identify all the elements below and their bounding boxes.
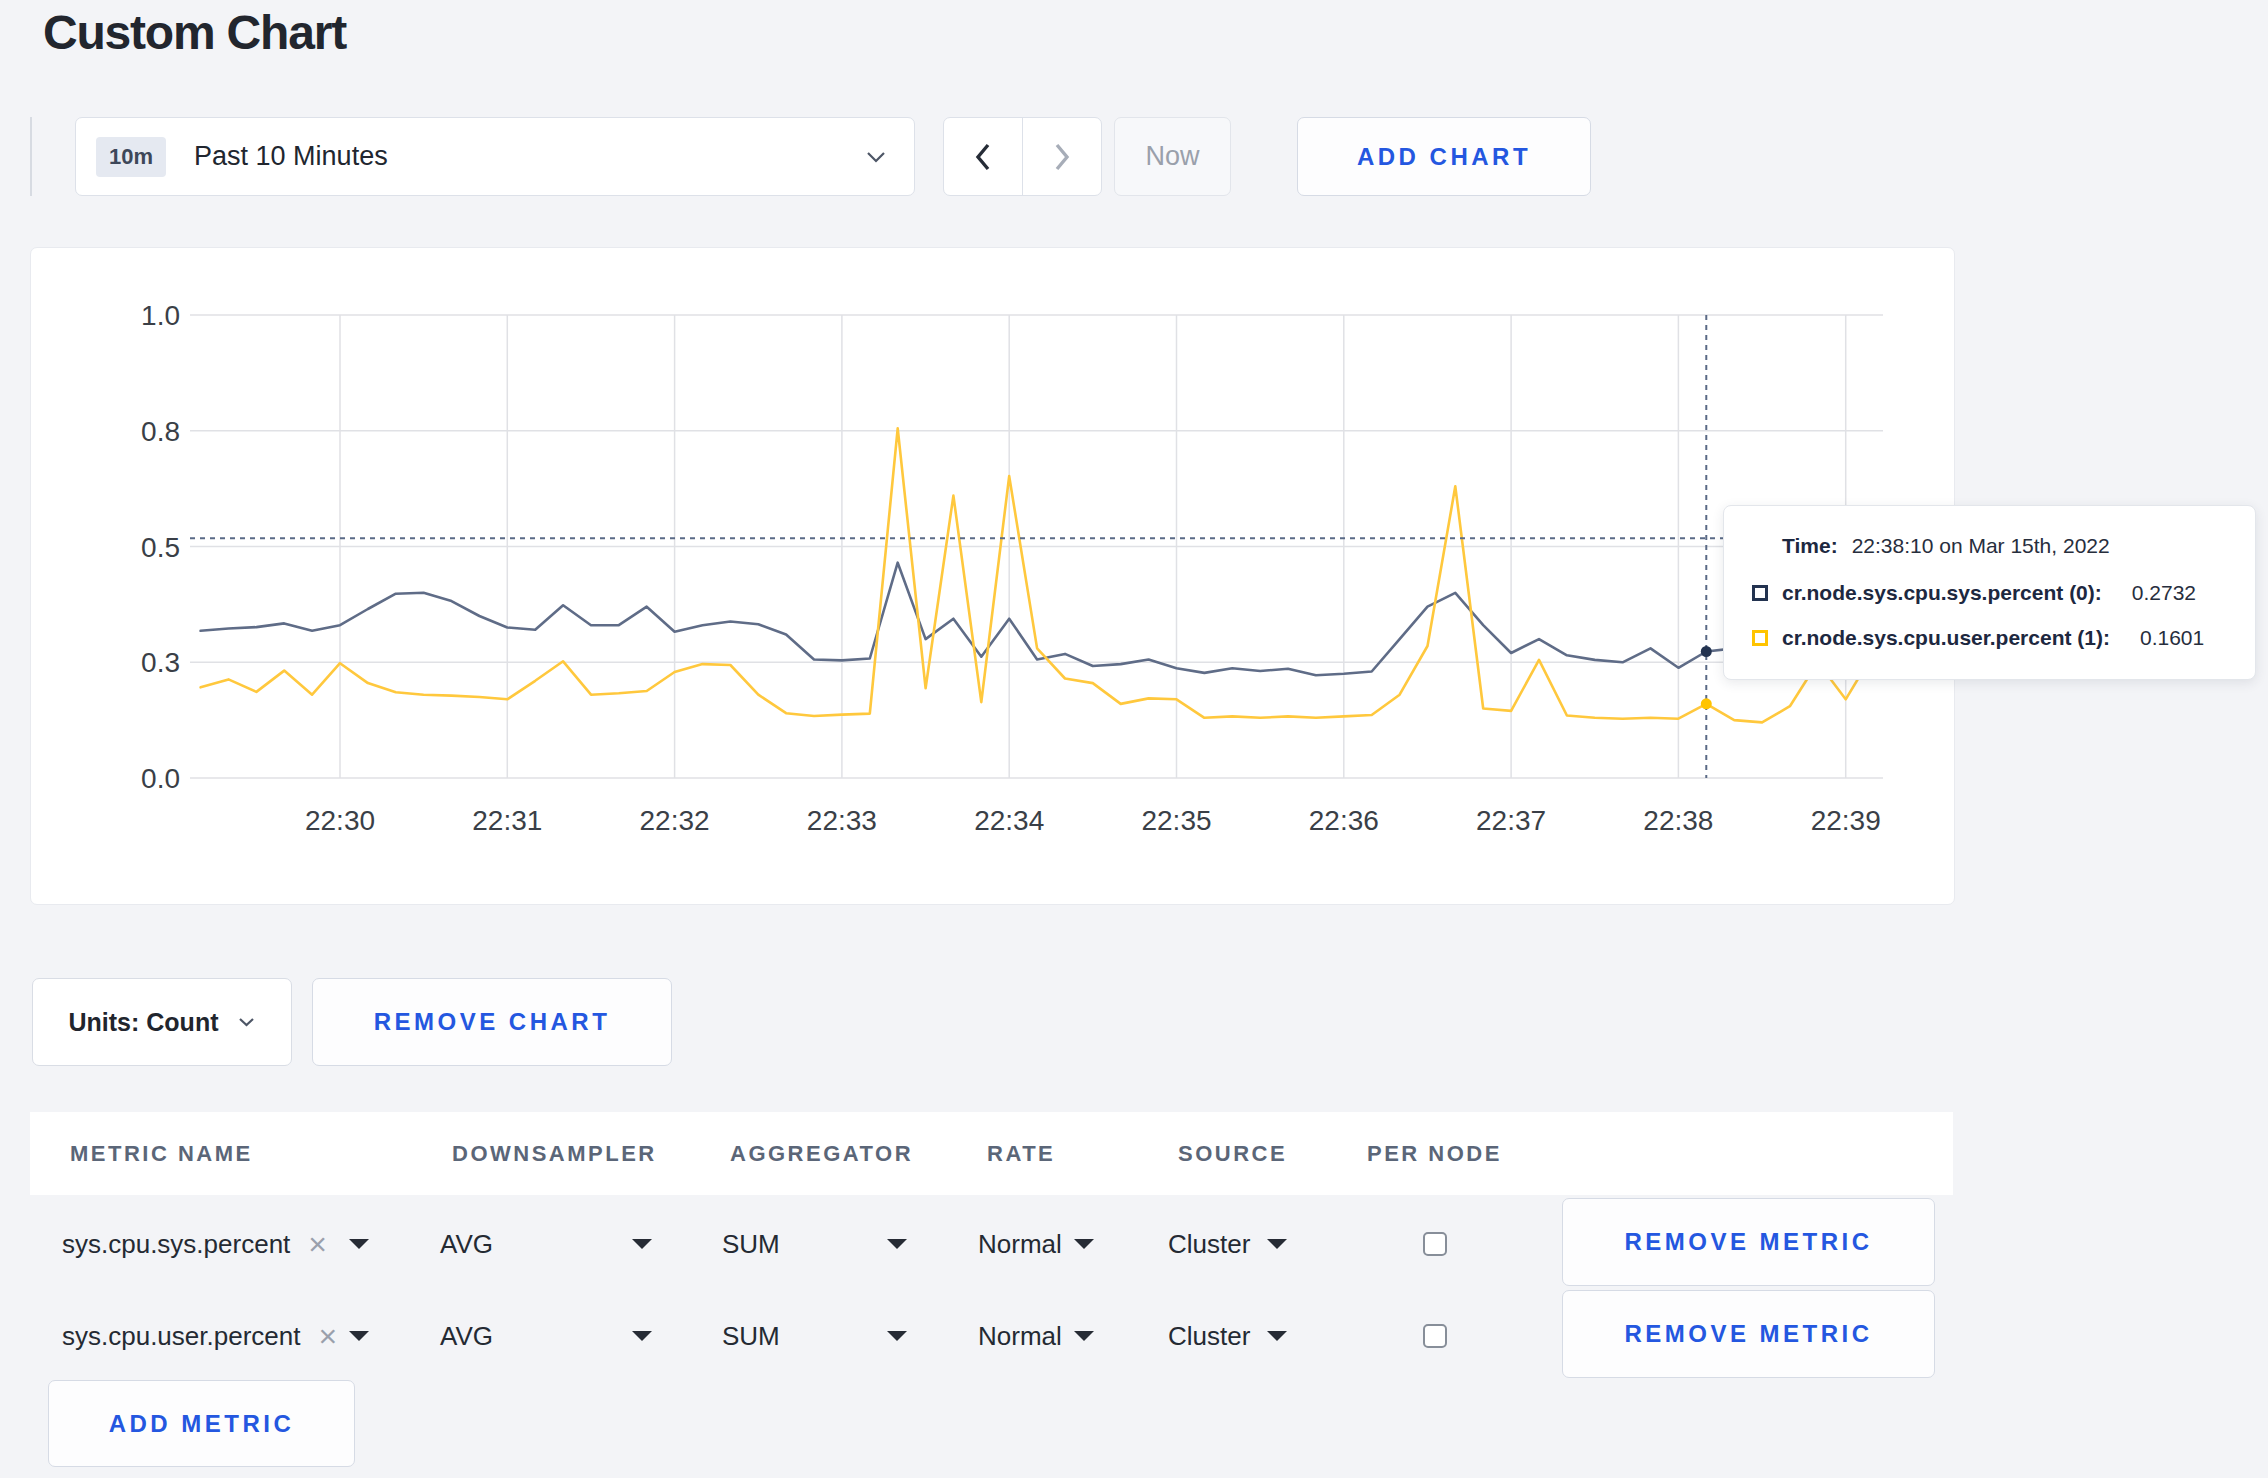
metrics-table-header: METRIC NAME DOWNSAMPLER AGGREGATOR RATE … [30,1112,1953,1195]
rate-select[interactable]: Normal [978,1198,1095,1290]
source-value: Cluster [1168,1229,1250,1260]
aggregator-select[interactable]: SUM [722,1290,908,1382]
metric-name-value: sys.cpu.sys.percent [62,1229,290,1260]
caret-down-icon [631,1238,653,1250]
chevron-down-icon [238,1017,255,1027]
svg-text:22:38: 22:38 [1643,805,1713,836]
svg-text:0.5: 0.5 [141,532,180,563]
rate-value: Normal [978,1321,1062,1352]
header-aggregator: AGGREGATOR [730,1141,913,1167]
remove-chart-button[interactable]: REMOVE CHART [312,978,672,1066]
svg-text:22:39: 22:39 [1811,805,1881,836]
units-select[interactable]: Units: Count [32,978,292,1066]
downsampler-value: AVG [440,1229,493,1260]
aggregator-value: SUM [722,1229,780,1260]
header-source: SOURCE [1178,1141,1287,1167]
tooltip-series-sys-label: cr.node.sys.cpu.sys.percent (0): [1782,581,2102,605]
source-value: Cluster [1168,1321,1250,1352]
svg-text:1.0: 1.0 [141,300,180,331]
svg-text:22:33: 22:33 [807,805,877,836]
caret-down-icon [1266,1238,1288,1250]
downsampler-select[interactable]: AVG [440,1198,653,1290]
tooltip-series-sys-value: 0.2732 [2132,581,2196,605]
svg-text:22:32: 22:32 [640,805,710,836]
svg-text:22:30: 22:30 [305,805,375,836]
svg-text:22:31: 22:31 [472,805,542,836]
svg-text:22:35: 22:35 [1141,805,1211,836]
svg-text:22:36: 22:36 [1309,805,1379,836]
header-rate: RATE [987,1141,1055,1167]
rate-select[interactable]: Normal [978,1290,1095,1382]
rate-value: Normal [978,1229,1062,1260]
header-metric-name: METRIC NAME [70,1141,253,1167]
aggregator-value: SUM [722,1321,780,1352]
add-metric-button[interactable]: ADD METRIC [48,1380,355,1467]
source-select[interactable]: Cluster [1168,1198,1288,1290]
source-select[interactable]: Cluster [1168,1290,1288,1382]
tooltip-time-value: 22:38:10 on Mar 15th, 2022 [1852,534,2110,558]
per-node-checkbox[interactable] [1423,1232,1447,1256]
per-node-checkbox[interactable] [1423,1324,1447,1348]
clear-metric-icon[interactable]: × [308,1228,327,1260]
caret-down-icon [886,1238,908,1250]
metric-name-value: sys.cpu.user.percent [62,1321,300,1352]
tooltip-time-label: Time: [1782,534,1838,558]
chart-tooltip: Time: 22:38:10 on Mar 15th, 2022 cr.node… [1723,505,2256,680]
metric-name-select[interactable]: sys.cpu.sys.percent × [62,1198,370,1290]
svg-text:22:34: 22:34 [974,805,1044,836]
caret-down-icon [348,1330,370,1342]
series-sys-swatch-icon [1752,585,1768,601]
downsampler-value: AVG [440,1321,493,1352]
metric-row: sys.cpu.user.percent × AVG SUM Normal Cluster… [30,1290,1953,1382]
svg-text:0.0: 0.0 [141,763,180,794]
metric-name-select[interactable]: sys.cpu.user.percent × [62,1290,370,1382]
svg-text:0.3: 0.3 [141,647,180,678]
remove-metric-button[interactable]: REMOVE METRIC [1562,1290,1935,1378]
svg-text:0.8: 0.8 [141,416,180,447]
aggregator-select[interactable]: SUM [722,1198,908,1290]
caret-down-icon [1266,1330,1288,1342]
caret-down-icon [1073,1330,1095,1342]
caret-down-icon [631,1330,653,1342]
caret-down-icon [886,1330,908,1342]
remove-metric-button[interactable]: REMOVE METRIC [1562,1198,1935,1286]
header-downsampler: DOWNSAMPLER [452,1141,657,1167]
header-per-node: PER NODE [1367,1141,1502,1167]
tooltip-series-user-label: cr.node.sys.cpu.user.percent (1): [1782,626,2110,650]
caret-down-icon [1073,1238,1095,1250]
tooltip-series-user-value: 0.1601 [2140,626,2204,650]
series-user-swatch-icon [1752,630,1768,646]
downsampler-select[interactable]: AVG [440,1290,653,1382]
units-label: Units: Count [69,1008,219,1037]
clear-metric-icon[interactable]: × [318,1320,337,1352]
metric-row: sys.cpu.sys.percent × AVG SUM Normal Cluster R… [30,1198,1953,1290]
svg-text:22:37: 22:37 [1476,805,1546,836]
caret-down-icon [348,1238,370,1250]
